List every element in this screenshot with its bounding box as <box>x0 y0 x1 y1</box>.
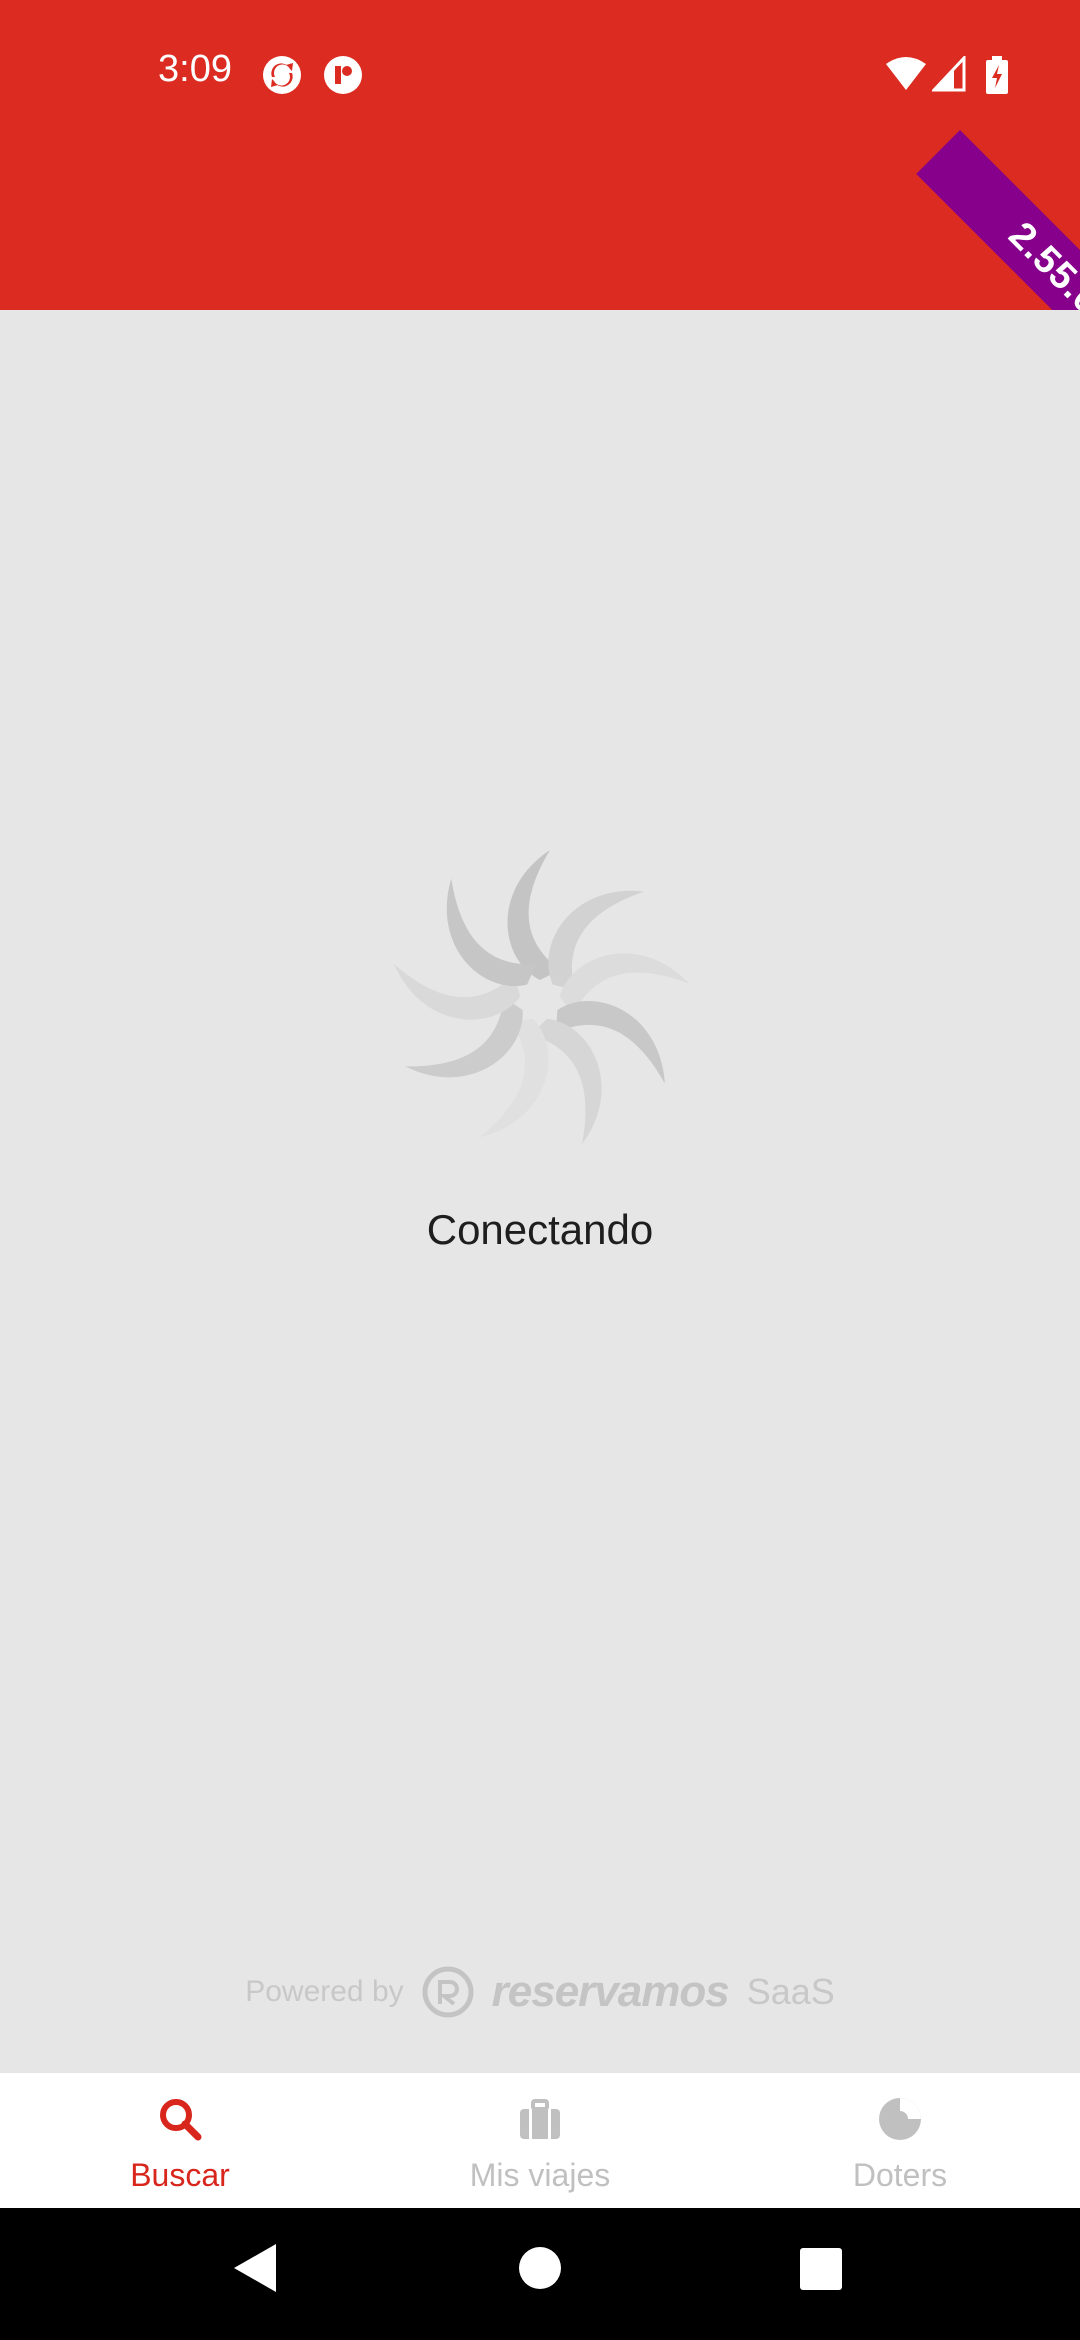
nav-label-mis-viajes: Mis viajes <box>469 2157 611 2193</box>
home-icon[interactable] <box>518 2246 562 2290</box>
version-label: 2.55.0 <box>1000 213 1080 310</box>
signal-icon <box>932 56 966 92</box>
app-header: 3:09 2.55.0 <box>0 0 1080 310</box>
back-icon[interactable] <box>232 2242 278 2294</box>
reservamos-logo-icon <box>422 1966 474 2018</box>
briefcase-icon <box>520 2099 560 2139</box>
nav-label-doters: Doters <box>852 2157 948 2193</box>
r-app-icon <box>324 56 362 94</box>
brand-name: reservamos <box>491 1967 730 2016</box>
nav-item-doters[interactable]: Doters <box>720 2073 1080 2208</box>
version-ribbon: 2.55.0 <box>916 130 1080 310</box>
doters-icon <box>879 2098 921 2140</box>
brand-suffix: SaaS <box>746 1971 835 2012</box>
system-navigation-bar <box>0 2208 1080 2340</box>
nav-label-buscar: Buscar <box>130 2157 230 2193</box>
sync-app-icon <box>263 56 301 94</box>
battery-charging-icon <box>986 56 1008 94</box>
status-time: 3:09 <box>158 48 232 90</box>
loading-text: Conectando <box>426 1206 654 1253</box>
loading-spinner <box>390 840 690 1160</box>
search-icon <box>160 2099 202 2141</box>
nav-item-mis-viajes[interactable]: Mis viajes <box>360 2073 720 2208</box>
bottom-navigation: Buscar Mis viajes Doters <box>0 2073 1080 2208</box>
recents-icon[interactable] <box>800 2248 842 2290</box>
powered-by-brand: Powered by reservamos SaaS <box>0 1966 1080 2018</box>
wifi-icon <box>886 57 926 90</box>
powered-by-label: Powered by <box>245 1975 404 2008</box>
spinner-swirl-icon <box>394 850 690 1145</box>
nav-item-buscar[interactable]: Buscar <box>0 2073 360 2208</box>
